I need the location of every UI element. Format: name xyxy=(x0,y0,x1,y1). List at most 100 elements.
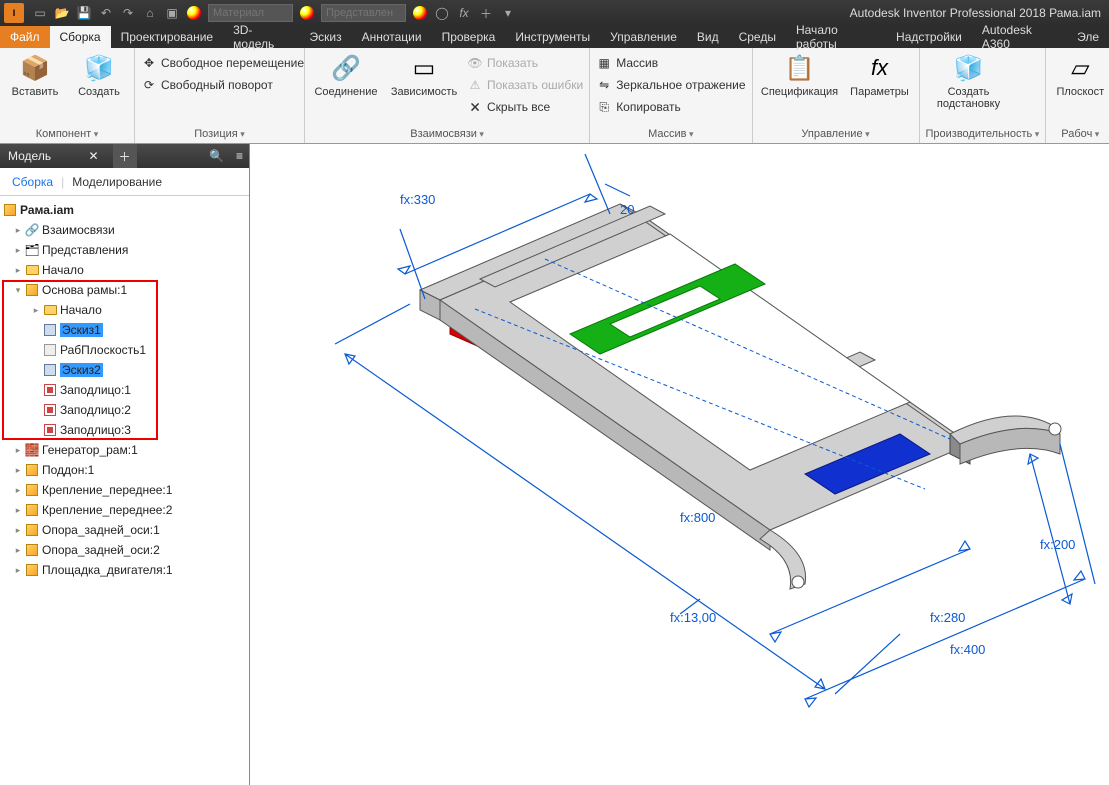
tab-sketch[interactable]: Эскиз xyxy=(300,26,352,48)
browser-add-icon[interactable]: ＋ xyxy=(113,144,137,168)
expand-icon[interactable]: ▸ xyxy=(12,565,24,576)
save-icon[interactable]: 💾 xyxy=(76,5,92,21)
viewport[interactable]: fx:330 20 fx:800 fx:13,00 fx:280 fx:200 … xyxy=(250,144,1109,785)
tab-file[interactable]: Файл xyxy=(0,26,50,48)
tree-rear1[interactable]: ▸Опора_задней_оси:1 xyxy=(2,520,247,540)
tree-pallet[interactable]: ▸Поддон:1 xyxy=(2,460,247,480)
expand-icon[interactable]: ▸ xyxy=(12,225,24,236)
bom-button[interactable]: 📋 Спецификация xyxy=(759,50,841,98)
tab-addins[interactable]: Надстройки xyxy=(886,26,972,48)
plane-button[interactable]: ▱ Плоскост xyxy=(1052,50,1108,98)
pattern-button[interactable]: ▦Массив xyxy=(596,52,745,74)
joint-button[interactable]: 🔗 Соединение xyxy=(311,50,381,98)
expand-icon[interactable]: ▸ xyxy=(12,505,24,516)
rotate-icon: ⟳ xyxy=(141,77,157,93)
tree-engine[interactable]: ▸Площадка_двигателя:1 xyxy=(2,560,247,580)
tree-framegen[interactable]: ▸🧱Генератор_рам:1 xyxy=(2,440,247,460)
tree-workplane1[interactable]: РабПлоскость1 xyxy=(2,340,247,360)
tab-manage[interactable]: Управление xyxy=(600,26,687,48)
params-button[interactable]: fx Параметры xyxy=(847,50,913,98)
new-icon[interactable]: ▭ xyxy=(32,5,48,21)
group-pattern-label[interactable]: Массив xyxy=(596,126,745,143)
expand-icon[interactable]: ▸ xyxy=(12,465,24,476)
home-icon[interactable]: ⌂ xyxy=(142,5,158,21)
select-icon[interactable]: ▣ xyxy=(164,5,180,21)
group-manage-label[interactable]: Управление xyxy=(759,126,913,143)
tree-sketch2[interactable]: Эскиз2 xyxy=(2,360,247,380)
tab-design[interactable]: Проектирование xyxy=(111,26,224,48)
open-icon[interactable]: 📂 xyxy=(54,5,70,21)
browser-tab-assembly[interactable]: Сборка xyxy=(8,173,57,191)
tree-front2[interactable]: ▸Крепление_переднее:2 xyxy=(2,500,247,520)
qat-dropdown-icon[interactable]: ▾ xyxy=(500,5,516,21)
expand-icon[interactable]: ▸ xyxy=(30,305,42,316)
show-errors-label: Показать ошибки xyxy=(487,78,583,92)
fx-icon[interactable]: fx xyxy=(456,5,472,21)
constrain-button[interactable]: ▭ Зависимость xyxy=(387,50,461,98)
plus-icon[interactable]: ＋ xyxy=(478,5,494,21)
appearance-icon[interactable] xyxy=(299,5,315,21)
browser-close-icon[interactable]: ✕ xyxy=(82,149,104,163)
mirror-button[interactable]: ⇋Зеркальное отражение xyxy=(596,74,745,96)
expand-icon[interactable]: ▸ xyxy=(12,265,24,276)
tab-inspect[interactable]: Проверка xyxy=(432,26,506,48)
tree-representations[interactable]: ▸🗂Представления xyxy=(2,240,247,260)
material-icon[interactable] xyxy=(186,5,202,21)
expand-icon[interactable]: ▸ xyxy=(12,545,24,556)
model-tree[interactable]: Рама.iam ▸🔗Взаимосвязи ▸🗂Представления ▸… xyxy=(0,196,249,785)
tree-origin[interactable]: ▸Начало xyxy=(2,260,247,280)
tree-relations[interactable]: ▸🔗Взаимосвязи xyxy=(2,220,247,240)
tab-getstarted[interactable]: Начало работы xyxy=(786,26,886,48)
tab-a360[interactable]: Autodesk A360 xyxy=(972,26,1067,48)
copy-button[interactable]: ⎘Копировать xyxy=(596,96,745,118)
tree-rear2[interactable]: ▸Опора_задней_оси:2 xyxy=(2,540,247,560)
appearance-combo[interactable] xyxy=(321,4,406,22)
tab-annotate[interactable]: Аннотации xyxy=(352,26,432,48)
browser-search-icon[interactable]: 🔍 xyxy=(203,149,230,163)
group-relations-label[interactable]: Взаимосвязи xyxy=(311,126,583,143)
tab-assembly[interactable]: Сборка xyxy=(50,26,111,48)
tab-view[interactable]: Вид xyxy=(687,26,729,48)
appearance2-icon[interactable] xyxy=(412,5,428,21)
group-workfeat-label[interactable]: Рабоч xyxy=(1052,126,1108,143)
show-button[interactable]: 👁Показать xyxy=(467,52,583,74)
group-productivity: 🧊 Создать подстановку Производительность xyxy=(920,48,1047,143)
part-icon xyxy=(24,482,40,498)
redo-icon[interactable]: ↷ xyxy=(120,5,136,21)
tree-flush3[interactable]: Заподлицо:3 xyxy=(2,420,247,440)
tree-flush2[interactable]: Заподлицо:2 xyxy=(2,400,247,420)
clear-icon[interactable]: ◯ xyxy=(434,5,450,21)
expand-icon[interactable]: ▸ xyxy=(12,445,24,456)
tab-tools[interactable]: Инструменты xyxy=(505,26,600,48)
place-button[interactable]: 📦 Вставить xyxy=(6,50,64,98)
create-button[interactable]: 🧊 Создать xyxy=(70,50,128,98)
expand-icon[interactable]: ▸ xyxy=(12,245,24,256)
expand-icon[interactable]: ▸ xyxy=(12,525,24,536)
show-errors-button[interactable]: ⚠Показать ошибки xyxy=(467,74,583,96)
hide-all-button[interactable]: 🗙Скрыть все xyxy=(467,96,583,118)
tree-base[interactable]: ▾Основа рамы:1 xyxy=(2,280,247,300)
group-component-label[interactable]: Компонент xyxy=(6,126,128,143)
expand-icon[interactable]: ▸ xyxy=(12,485,24,496)
tree-front1[interactable]: ▸Крепление_переднее:1 xyxy=(2,480,247,500)
bom-label: Спецификация xyxy=(761,86,838,98)
part-icon xyxy=(24,522,40,538)
tree-root[interactable]: Рама.iam xyxy=(2,200,247,220)
collapse-icon[interactable]: ▾ xyxy=(12,285,24,296)
group-position-label[interactable]: Позиция xyxy=(141,126,298,143)
tree-base-origin[interactable]: ▸Начало xyxy=(2,300,247,320)
undo-icon[interactable]: ↶ xyxy=(98,5,114,21)
free-rotate-button[interactable]: ⟳Свободный поворот xyxy=(141,74,304,96)
ribbon: 📦 Вставить 🧊 Создать Компонент ✥Свободно… xyxy=(0,48,1109,144)
tree-sketch1[interactable]: Эскиз1 xyxy=(2,320,247,340)
tab-environments[interactable]: Среды xyxy=(729,26,786,48)
tree-flush1[interactable]: Заподлицо:1 xyxy=(2,380,247,400)
material-combo[interactable] xyxy=(208,4,293,22)
substitute-button[interactable]: 🧊 Создать подстановку xyxy=(926,50,1012,110)
tab-3dmodel[interactable]: 3D-модель xyxy=(223,26,299,48)
group-productivity-label[interactable]: Производительность xyxy=(926,126,1040,143)
browser-tab-modeling[interactable]: Моделирование xyxy=(68,173,166,191)
tab-electro[interactable]: Эле xyxy=(1067,26,1109,48)
free-move-button[interactable]: ✥Свободное перемещение xyxy=(141,52,304,74)
browser-menu-icon[interactable]: ≡ xyxy=(230,149,249,163)
